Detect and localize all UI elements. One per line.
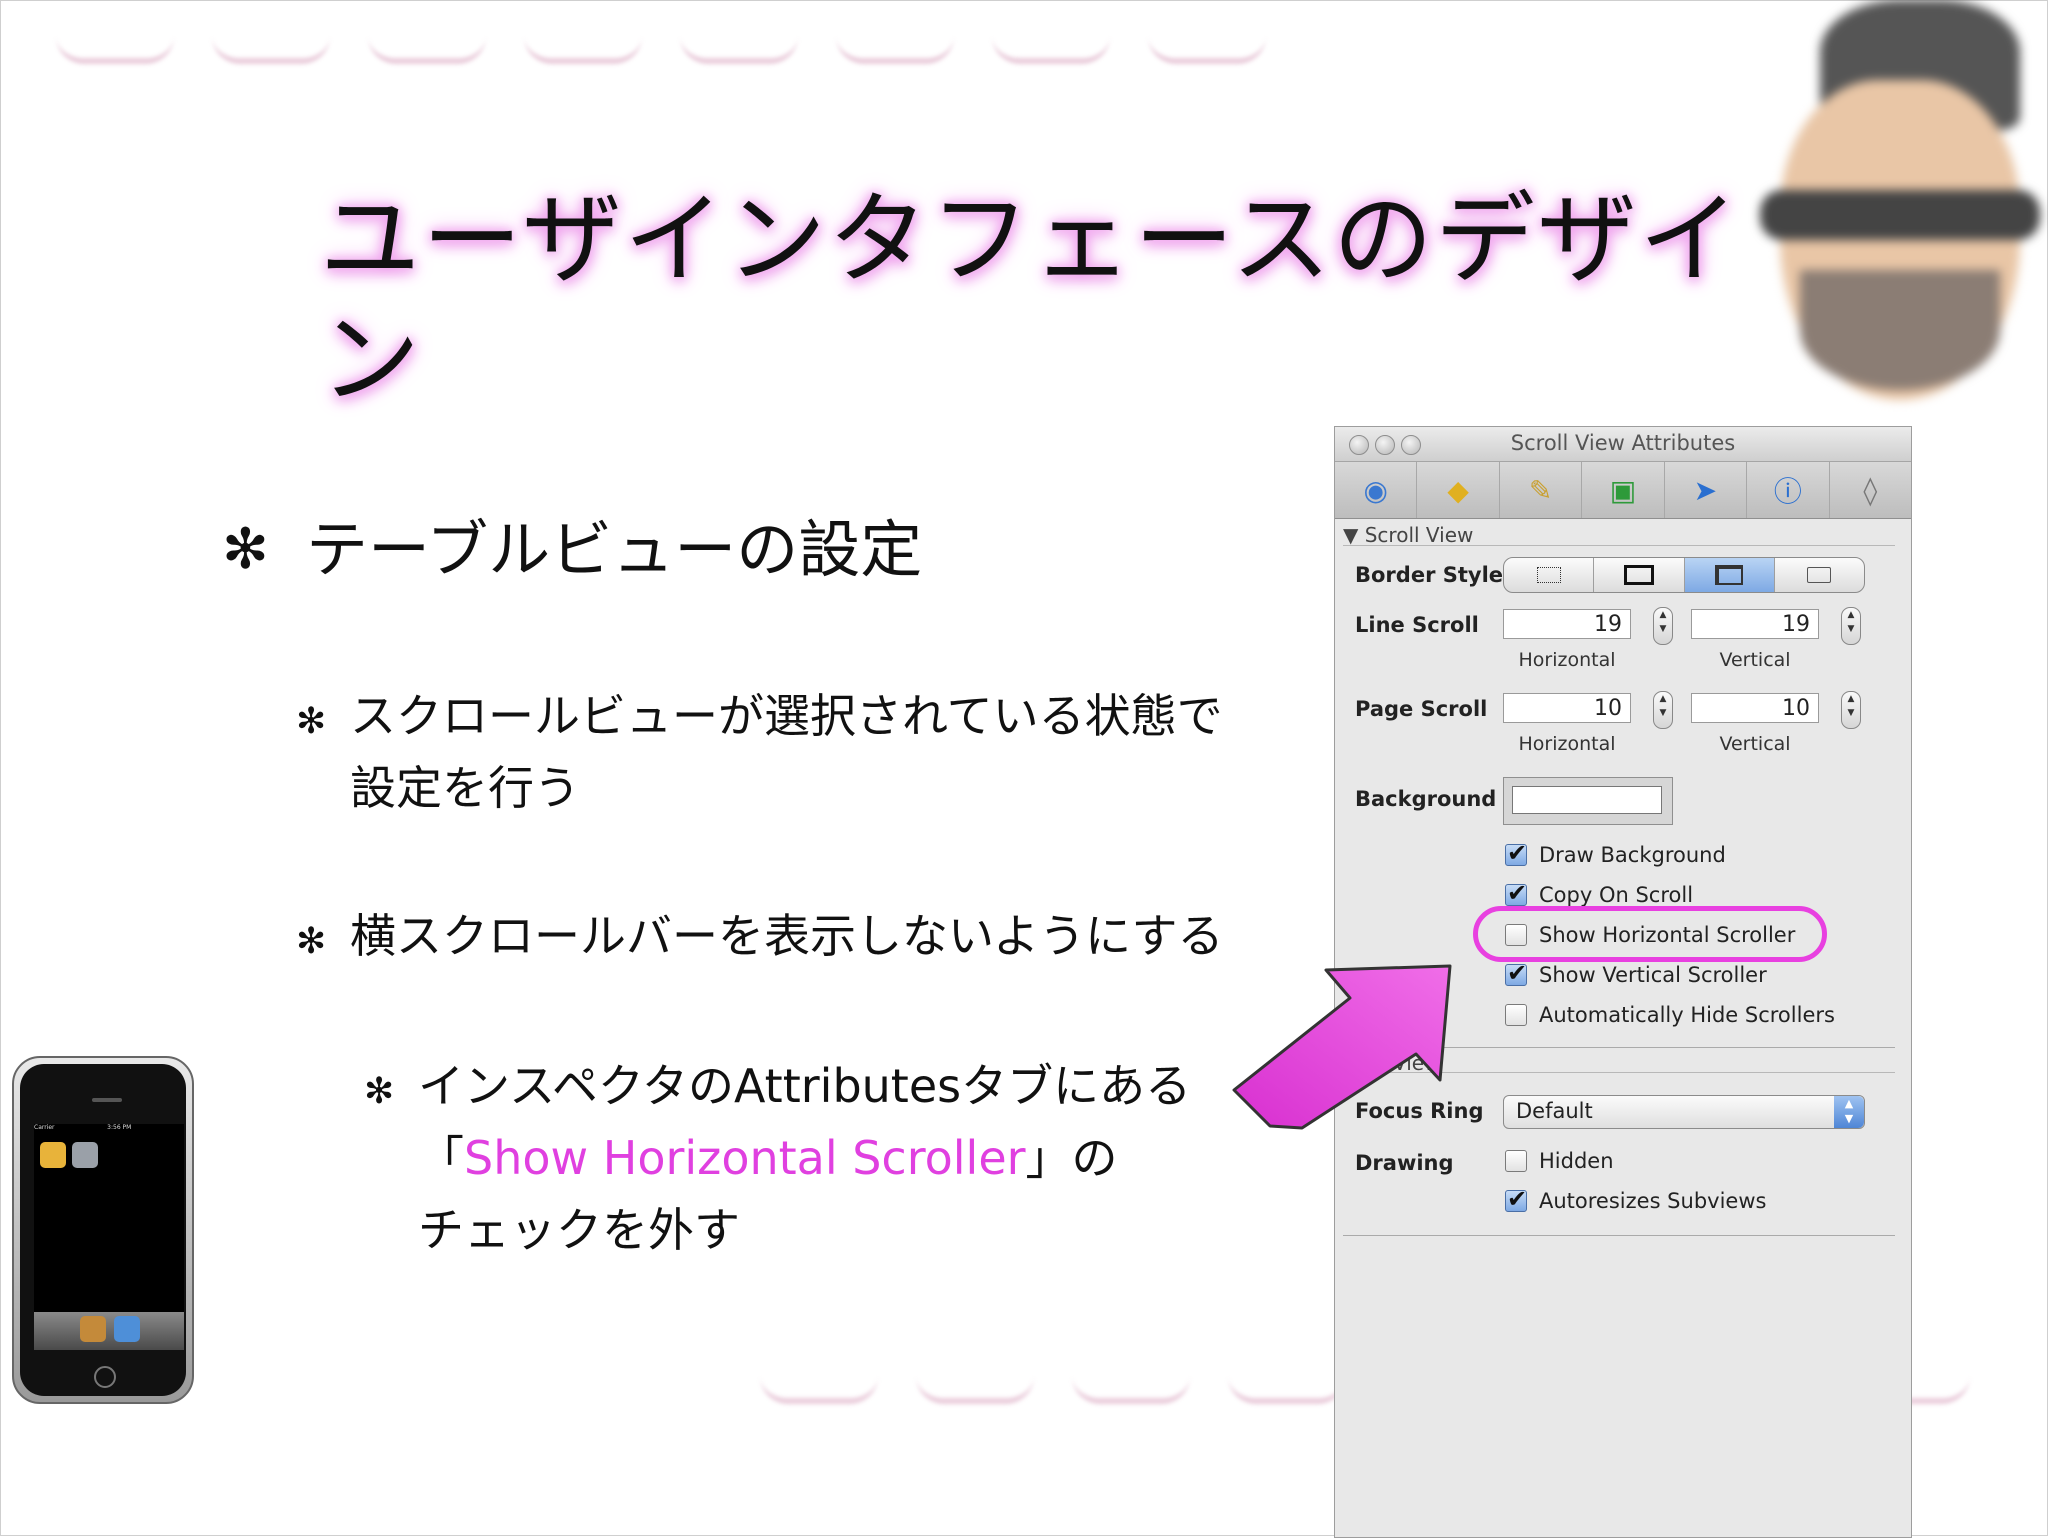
pointer-arrow [1232, 964, 1452, 1130]
bullet-3-text: 横スクロールバーを表示しないようにする [350, 909, 1224, 963]
dotted-border-icon [1536, 567, 1561, 583]
bullet-mark: ✻ [296, 701, 327, 742]
decorative-scallops-top [56, 36, 1266, 64]
background-label: Background [1355, 787, 1497, 811]
bullet-4: ✻ インスペクタのAttributesタブにある 「Show Horizonta… [364, 1050, 1264, 1266]
bullet-4-line-2: 「Show Horizontal Scroller」の [418, 1122, 1264, 1194]
line-scroll-vertical-field[interactable]: 19 [1691, 609, 1819, 639]
connections-icon: ▣ [1609, 473, 1637, 507]
bullet-2-line-2: 設定を行う [350, 761, 580, 815]
scroll-view-section-header[interactable]: ▼ Scroll View [1343, 523, 1895, 547]
show-vertical-scroller-label: Show Vertical Scroller [1539, 963, 1767, 987]
home-button [94, 1366, 116, 1388]
effects-icon: ◆ [1447, 473, 1469, 507]
copy-on-scroll-checkbox[interactable]: Copy On Scroll [1505, 879, 1694, 907]
size-tab[interactable]: ✎ [1500, 462, 1583, 518]
bezel-border-icon [1715, 565, 1744, 585]
vertical-caption: Vertical [1719, 649, 1791, 671]
effects-tab[interactable]: ◆ [1417, 462, 1500, 518]
draw-background-checkbox[interactable]: Draw Background [1505, 839, 1726, 867]
bullet-mark: ✻ [222, 517, 269, 582]
bullet-1: ✻ テーブルビューの設定 [222, 510, 922, 590]
bullet-2: ✻ スクロールビューが選択されている状態で 設定を行う [296, 680, 1276, 824]
checkbox-checked [1505, 879, 1527, 907]
safari-app-icon [114, 1316, 140, 1342]
auto-hide-scrollers-checkbox[interactable]: Automatically Hide Scrollers [1505, 1003, 1835, 1027]
bindings-tab[interactable]: ➤ [1665, 462, 1748, 518]
section-divider [1343, 1235, 1895, 1236]
mascot-image [1760, 0, 2048, 440]
auto-hide-scrollers-label: Automatically Hide Scrollers [1539, 1003, 1835, 1027]
line-scroll-label: Line Scroll [1355, 613, 1479, 637]
iphone-bezel: Carrier 3:56 PM [20, 1064, 186, 1396]
attributes-icon: ◉ [1363, 473, 1388, 507]
page-scroll-label: Page Scroll [1355, 697, 1488, 721]
hidden-checkbox[interactable]: Hidden [1505, 1149, 1614, 1173]
photos-app-icon [40, 1142, 66, 1168]
dock [34, 1312, 184, 1350]
window-title: Scroll View Attributes [1510, 431, 1736, 455]
show-vertical-scroller-checkbox[interactable]: Show Vertical Scroller [1505, 959, 1767, 987]
groove-border-icon [1807, 567, 1832, 583]
applescript-icon: ◊ [1863, 473, 1878, 507]
quote-open: 「 [418, 1131, 464, 1185]
speaker [92, 1098, 122, 1102]
settings-app-icon [72, 1142, 98, 1168]
autoresizes-subviews-checkbox[interactable]: Autoresizes Subviews [1505, 1185, 1767, 1213]
hidden-label: Hidden [1539, 1149, 1614, 1173]
copy-on-scroll-label: Copy On Scroll [1539, 883, 1694, 907]
bullet-mark: ✻ [296, 921, 327, 962]
status-bar: Carrier 3:56 PM [34, 1124, 184, 1134]
line-scroll-vertical-stepper[interactable]: ▲ ▼ [1841, 607, 1861, 645]
border-line-segment[interactable] [1594, 558, 1685, 592]
page-scroll-vertical-stepper[interactable]: ▲ ▼ [1841, 691, 1861, 729]
horizontal-caption: Horizontal [1518, 649, 1616, 671]
horizontal-caption: Horizontal [1518, 733, 1616, 755]
line-border-icon [1623, 565, 1654, 585]
carrier-text: Carrier [34, 1124, 55, 1131]
popup-arrows-icon: ▲ ▼ [1834, 1096, 1864, 1128]
bullet-4-line-1: インスペクタのAttributesタブにある [418, 1059, 1192, 1113]
inspector-toolbar: ◉ ◆ ✎ ▣ ➤ ⓘ ◊ [1335, 462, 1911, 519]
border-style-label: Border Style [1355, 563, 1504, 587]
checkbox-checked [1505, 839, 1527, 867]
iphone-screen: Carrier 3:56 PM [34, 1124, 184, 1350]
slide-title: ユーザインタフェースのデザイン [320, 181, 1741, 418]
bullet-4-line-3: チェックを外す [418, 1203, 740, 1257]
quote-close: 」の [1025, 1131, 1118, 1185]
bindings-icon: ➤ [1693, 473, 1718, 507]
page-scroll-horizontal-field[interactable]: 10 [1503, 693, 1631, 723]
title-bar: Scroll View Attributes [1335, 427, 1911, 462]
bullet-3: ✻ 横スクロールバーを表示しないようにする [296, 900, 1276, 972]
highlight-setting-name: Show Horizontal Scroller [464, 1131, 1026, 1185]
size-icon: ✎ [1528, 473, 1553, 507]
info-tab[interactable]: ⓘ [1747, 462, 1830, 518]
border-none-segment[interactable] [1504, 558, 1595, 592]
checkbox-unchecked [1505, 1150, 1527, 1172]
drawing-label: Drawing [1355, 1151, 1454, 1175]
attributes-tab[interactable]: ◉ [1335, 462, 1418, 518]
vertical-caption: Vertical [1719, 733, 1791, 755]
focus-ring-popup[interactable]: Default ▲ ▼ [1503, 1095, 1865, 1129]
bullet-1-text: テーブルビューの設定 [306, 513, 923, 586]
connections-tab[interactable]: ▣ [1582, 462, 1665, 518]
time-text: 3:56 PM [107, 1124, 132, 1131]
applescript-tab[interactable]: ◊ [1830, 462, 1911, 518]
bullet-2-line-1: スクロールビューが選択されている状態で [350, 689, 1223, 743]
background-color-well[interactable] [1503, 777, 1673, 825]
checkbox-checked [1505, 1185, 1527, 1213]
draw-background-label: Draw Background [1539, 843, 1726, 867]
iphone-image: Carrier 3:56 PM [12, 1056, 194, 1404]
line-scroll-horizontal-field[interactable]: 19 [1503, 609, 1631, 639]
border-groove-segment[interactable] [1775, 558, 1864, 592]
page-scroll-horizontal-stepper[interactable]: ▲ ▼ [1653, 691, 1673, 729]
border-bezel-segment[interactable] [1684, 558, 1775, 592]
bullet-mark: ✻ [364, 1071, 395, 1112]
contacts-app-icon [80, 1316, 106, 1342]
line-scroll-horizontal-stepper[interactable]: ▲ ▼ [1653, 607, 1673, 645]
border-style-segmented-control [1503, 557, 1865, 593]
page-scroll-vertical-field[interactable]: 10 [1691, 693, 1819, 723]
autoresizes-subviews-label: Autoresizes Subviews [1539, 1189, 1767, 1213]
info-icon: ⓘ [1773, 475, 1802, 508]
